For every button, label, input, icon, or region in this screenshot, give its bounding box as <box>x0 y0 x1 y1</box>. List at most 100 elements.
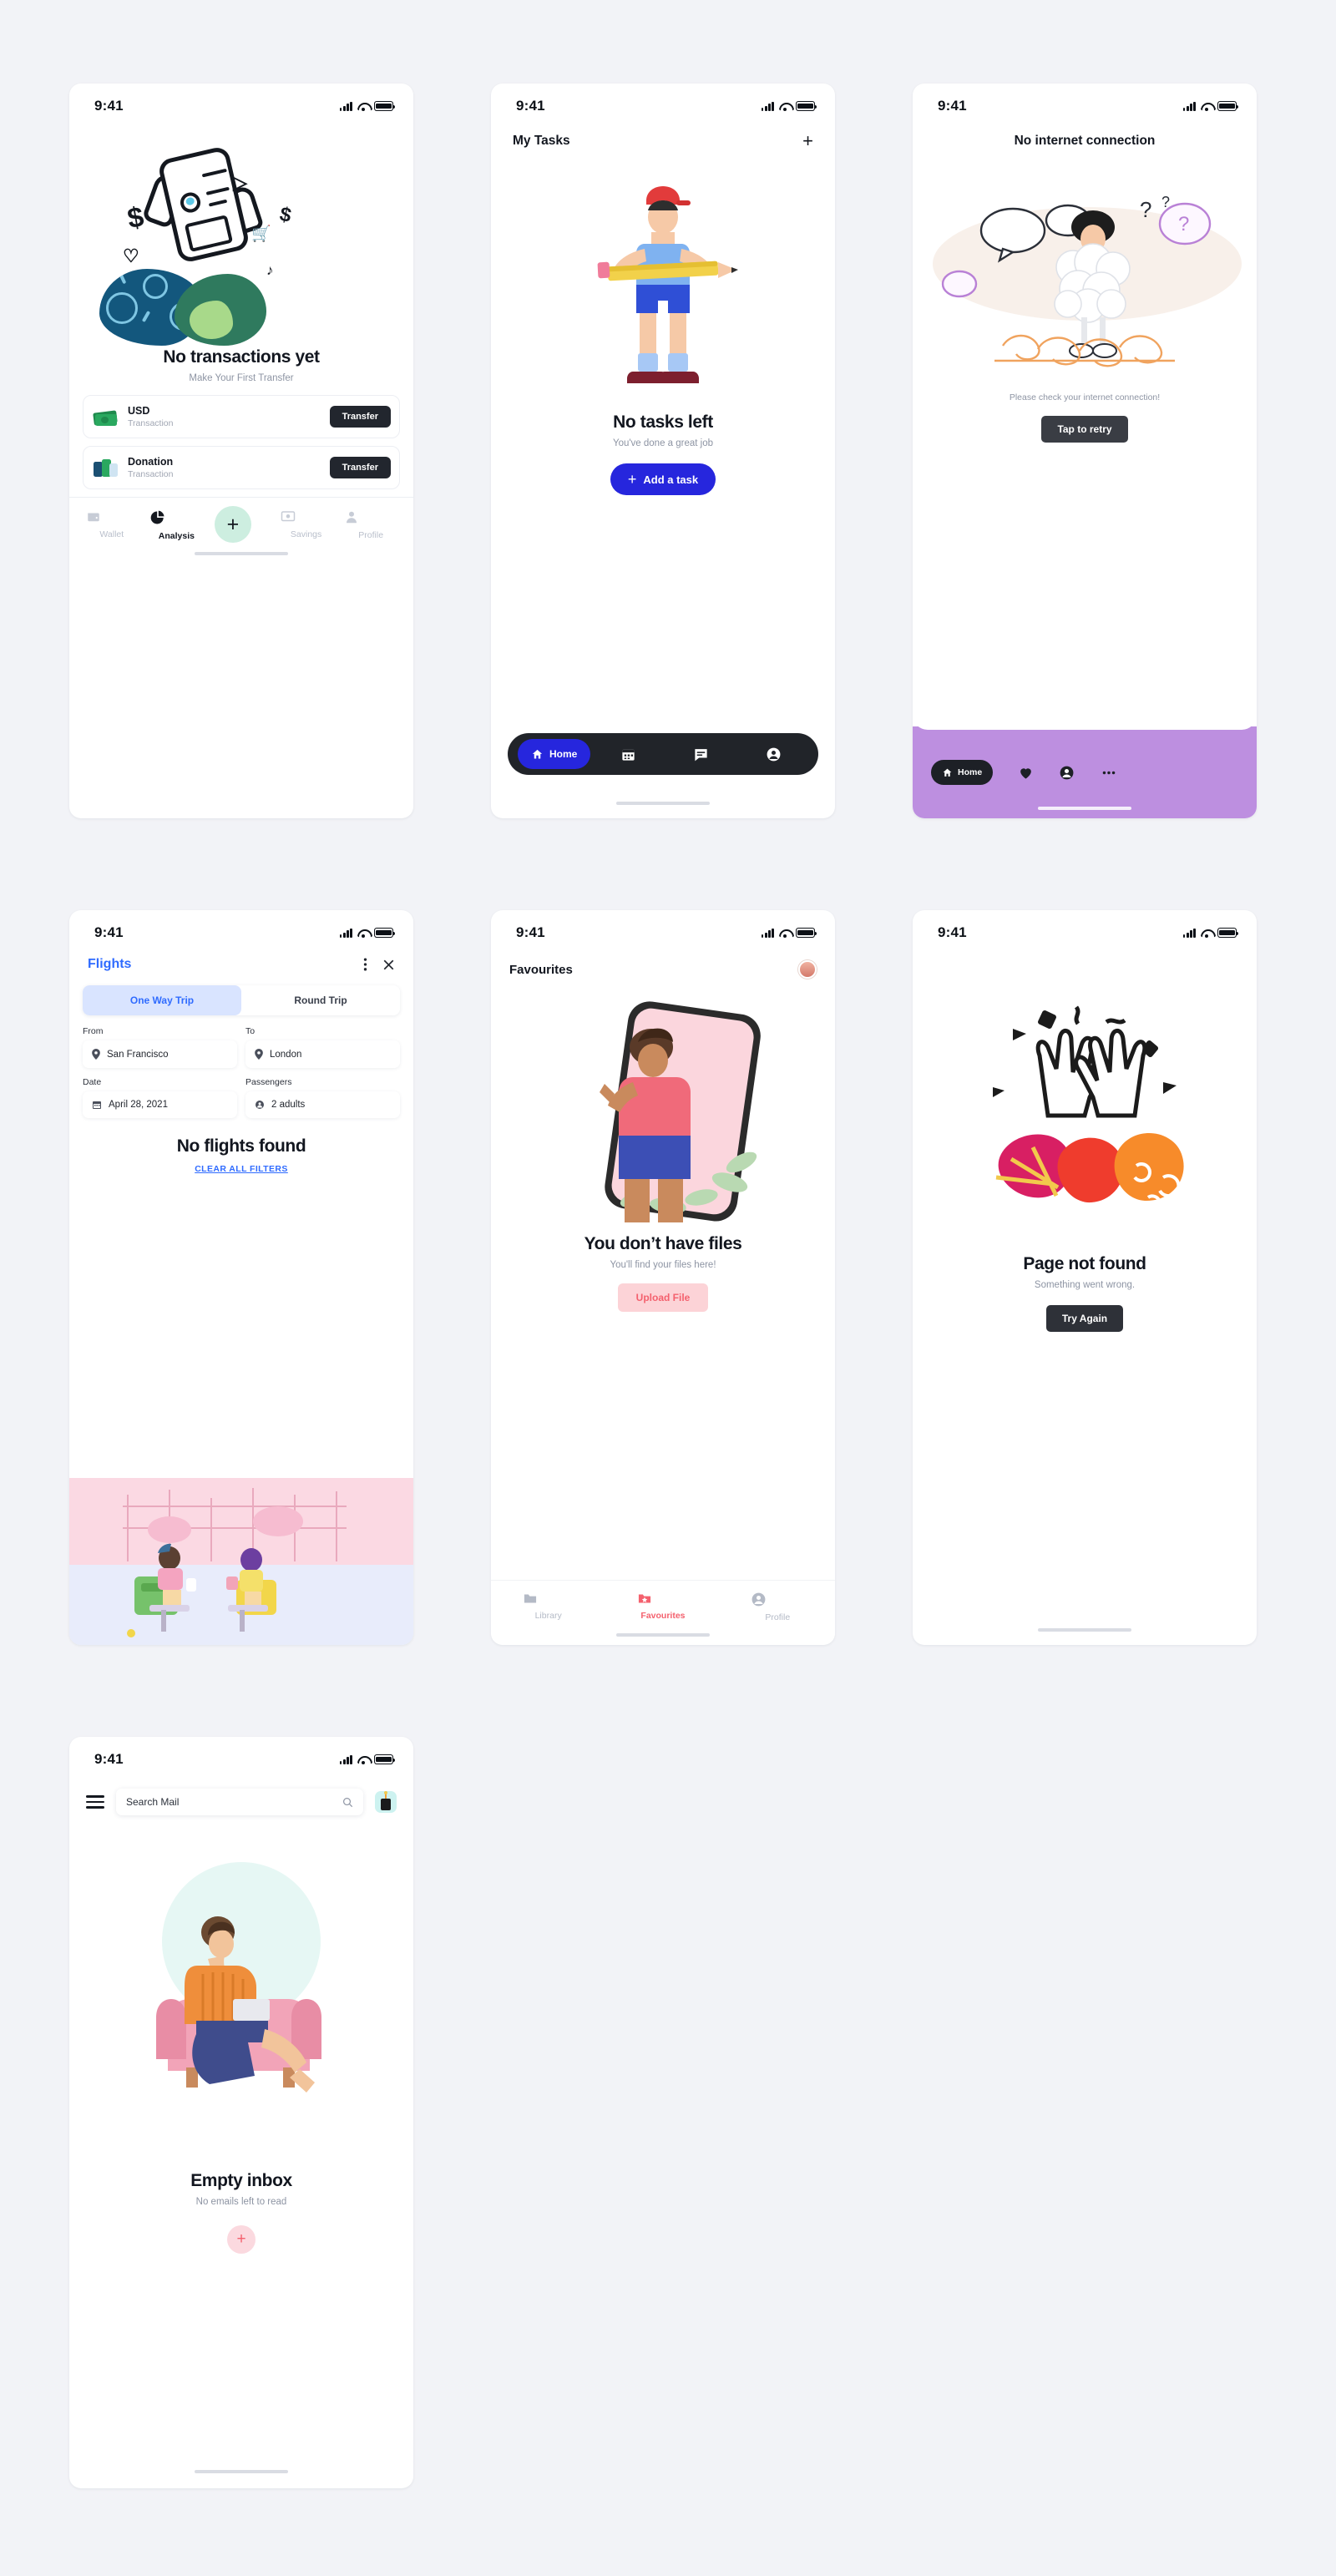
page-title: No internet connection <box>1014 134 1156 148</box>
add-task-icon[interactable]: + <box>802 132 813 150</box>
home-indicator <box>195 551 288 555</box>
nav-item-home[interactable]: Home <box>931 760 994 785</box>
account-circle-icon[interactable] <box>1059 765 1075 781</box>
status-time: 9:41 <box>94 98 124 114</box>
page-subtitle: Something went wrong. <box>1034 1280 1136 1290</box>
favourites-header: Favourites <box>491 949 835 979</box>
person-icon <box>256 1101 264 1109</box>
empty-state-text: Empty inbox No emails left to read <box>69 2171 413 2207</box>
clear-all-filters-link[interactable]: CLEAR ALL FILTERS <box>69 1164 413 1174</box>
battery-icon <box>374 928 396 938</box>
transaction-name: Donation <box>128 456 174 468</box>
page-title: Flights <box>88 957 132 971</box>
nav-item-profile[interactable]: Profile <box>344 509 397 540</box>
home-indicator <box>1038 806 1131 810</box>
search-fields: From San Francisco To London Date April … <box>69 1015 413 1118</box>
status-time: 9:41 <box>516 98 545 114</box>
page-title: Empty inbox <box>190 2171 292 2190</box>
nav-item-home[interactable]: Home <box>518 739 591 769</box>
nav-item-chat[interactable] <box>666 746 736 762</box>
woman-phone-illustration <box>491 984 835 1234</box>
tab-one-way-trip[interactable]: One Way Trip <box>83 985 241 1015</box>
heart-glyph: ♡ <box>123 245 139 266</box>
location-pin-icon <box>255 1049 263 1060</box>
status-bar: 9:41 <box>491 84 835 122</box>
heart-icon[interactable] <box>1018 765 1034 781</box>
field-value: London <box>270 1049 302 1060</box>
nav-item-library[interactable]: Library <box>522 1592 575 1645</box>
nav-item-analysis[interactable]: Analysis <box>149 509 203 541</box>
upload-file-button[interactable]: Upload File <box>617 1283 709 1312</box>
page-title: My Tasks <box>513 134 570 148</box>
cellular-bars-icon <box>339 928 352 938</box>
page-title: Page not found <box>1023 1254 1146 1273</box>
more-vertical-icon[interactable] <box>363 957 367 972</box>
nav-label: Profile <box>765 1612 791 1622</box>
field-date[interactable]: April 28, 2021 <box>83 1091 237 1118</box>
close-icon[interactable] <box>382 959 395 971</box>
battery-icon <box>796 101 817 111</box>
status-icons <box>339 1754 396 1764</box>
nav-item-favourites[interactable]: Favourites <box>636 1592 690 1645</box>
bottom-navigation-bar: Home <box>913 710 1257 818</box>
dollar-glyph-2: $ <box>277 202 294 228</box>
field-label-from: From <box>83 1026 104 1036</box>
search-input[interactable]: Search Mail <box>116 1789 363 1815</box>
page-subtitle: No emails left to read <box>195 2197 287 2207</box>
status-bar: 9:41 <box>69 1737 413 1775</box>
more-horizontal-icon[interactable] <box>1100 765 1118 781</box>
field-value: San Francisco <box>107 1049 169 1060</box>
plus-icon: + <box>627 470 637 488</box>
compose-fab-button[interactable]: + <box>227 2225 256 2254</box>
wifi-icon <box>779 929 791 938</box>
trip-type-tabs: One Way Trip Round Trip <box>83 985 400 1015</box>
field-passengers[interactable]: 2 adults <box>245 1091 400 1118</box>
page-title: No transactions yet <box>163 347 320 367</box>
table-row[interactable]: USD Transaction Transfer <box>83 395 400 438</box>
cellular-bars-icon <box>761 928 774 938</box>
tab-round-trip[interactable]: Round Trip <box>241 985 400 1015</box>
nav-label: Profile <box>358 530 384 540</box>
svg-text:?: ? <box>1178 213 1189 235</box>
nav-item-add[interactable]: + <box>214 506 268 543</box>
transaction-sub: Transaction <box>128 418 174 428</box>
nav-item-profile[interactable]: Profile <box>751 1592 804 1645</box>
page-title: No flights found <box>176 1136 306 1156</box>
screen-empty-inbox: 9:41 Search Mail Empty inbox No emails l… <box>69 1737 413 2488</box>
cellular-bars-icon <box>761 101 774 111</box>
table-row[interactable]: Donation Transaction Transfer <box>83 446 400 489</box>
status-icons <box>339 928 396 938</box>
status-time: 9:41 <box>938 98 967 114</box>
empty-state-text: No tasks left You've done a great job <box>491 412 835 448</box>
field-value: 2 adults <box>271 1100 306 1110</box>
nav-item-calendar[interactable] <box>594 746 663 762</box>
nav-label: Home <box>549 748 578 760</box>
bottom-navigation: Library Favourites Profile <box>491 1580 835 1645</box>
status-icons <box>1182 928 1239 938</box>
field-to[interactable]: London <box>245 1040 400 1068</box>
transfer-button[interactable]: Transfer <box>329 406 391 428</box>
user-avatar-icon[interactable] <box>798 960 817 979</box>
transfer-button[interactable]: Transfer <box>329 457 391 478</box>
tap-to-retry-button[interactable]: Tap to retry <box>1041 416 1128 443</box>
nav-item-savings[interactable]: Savings <box>280 509 333 539</box>
mail-app-icon[interactable] <box>375 1791 397 1813</box>
screen-no-tasks: 9:41 My Tasks + No tasks left You've don… <box>491 84 835 818</box>
nav-item-profile[interactable] <box>739 746 808 762</box>
hamburger-menu-icon[interactable] <box>86 1795 104 1809</box>
nav-label: Favourites <box>640 1611 686 1621</box>
add-task-label: Add a task <box>643 473 699 486</box>
location-pin-icon <box>92 1049 100 1060</box>
screen-no-files: 9:41 Favourites You don’t have files You… <box>491 910 835 1645</box>
cash-stack-icon <box>93 406 119 428</box>
donation-box-icon <box>94 457 119 478</box>
plus-icon[interactable]: + <box>214 506 251 543</box>
field-from[interactable]: San Francisco <box>83 1040 237 1068</box>
add-a-task-button[interactable]: + Add a task <box>610 463 716 495</box>
nav-label: Analysis <box>158 531 195 541</box>
try-again-button[interactable]: Try Again <box>1045 1305 1124 1332</box>
nav-item-wallet[interactable]: Wallet <box>85 509 139 539</box>
cart-glyph: 🛒 <box>251 225 271 243</box>
empty-state-text: No flights found CLEAR ALL FILTERS <box>69 1118 413 1174</box>
bottom-navigation: Home <box>508 733 818 775</box>
